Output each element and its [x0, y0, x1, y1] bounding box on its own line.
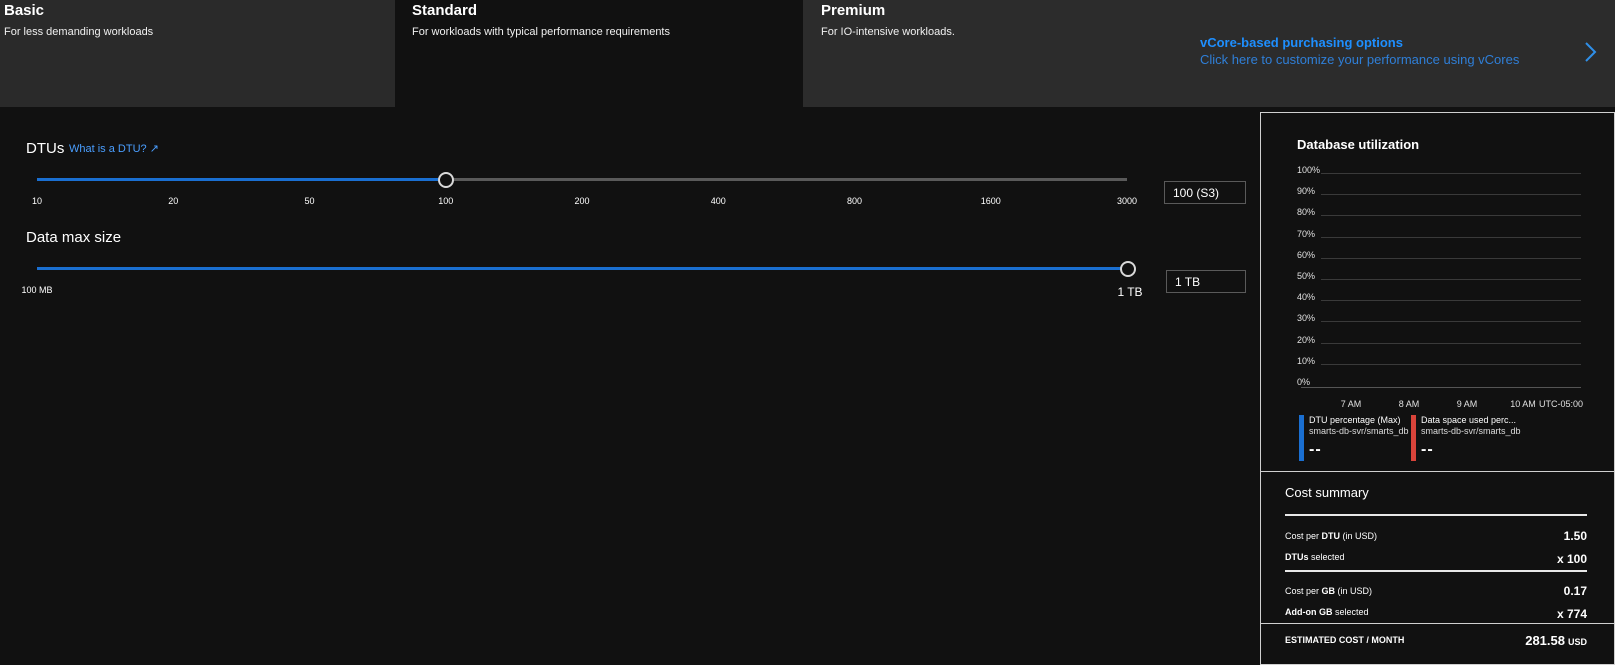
- legend-dtu-value: --: [1309, 441, 1322, 458]
- dtu-slider-thumb[interactable]: [437, 172, 454, 188]
- dtu-slider-fill: [37, 178, 446, 181]
- gridline: [1321, 321, 1581, 323]
- tier-premium[interactable]: Premium For IO-intensive workloads. vCor…: [803, 0, 1615, 107]
- dtu-label: DTUs: [26, 140, 65, 157]
- cost-per-gb-post: (in USD): [1335, 586, 1373, 596]
- cost-per-gb-pre: Cost per: [1285, 586, 1322, 596]
- addon-gb-row: Add-on GB selected x 774: [1285, 607, 1587, 621]
- dtu-tick-200: 200: [574, 196, 590, 206]
- chevron-right-icon[interactable]: [1583, 40, 1599, 64]
- dtus-selected-value: x 100: [1556, 552, 1587, 566]
- data-size-max-label: 1 TB: [1117, 285, 1143, 299]
- dtu-tick-10: 10: [31, 196, 43, 206]
- dtu-tick-1600: 1600: [980, 196, 1001, 206]
- tier-basic-title: Basic: [4, 2, 45, 19]
- gridline: [1321, 236, 1581, 238]
- y-tick-label: 0%: [1297, 377, 1311, 387]
- panel-divider: [1261, 471, 1614, 472]
- vcore-subtitle: Click here to customize your performance…: [1200, 52, 1520, 67]
- estimated-cost-row: ESTIMATED COST / MONTH 281.58 USD: [1285, 633, 1587, 648]
- legend-dtu-resource: smarts-db-svr/smarts_db: [1309, 426, 1409, 436]
- cost-per-dtu-bold: DTU: [1321, 531, 1341, 541]
- cost-per-dtu-value: 1.50: [1563, 529, 1587, 543]
- gridline: [1321, 257, 1581, 259]
- tier-standard-desc: For workloads with typical performance r…: [412, 26, 670, 38]
- dtu-tick-400: 400: [710, 196, 726, 206]
- data-size-value-box[interactable]: 1 TB: [1166, 270, 1246, 293]
- vcore-title: vCore-based purchasing options: [1200, 35, 1403, 50]
- database-utilization-title: Database utilization: [1297, 137, 1420, 152]
- cost-per-gb-bold: GB: [1321, 586, 1336, 596]
- gridline: [1321, 300, 1581, 302]
- dtu-tick-20: 20: [168, 196, 179, 206]
- estimated-cost-label: ESTIMATED COST / MONTH: [1285, 635, 1405, 645]
- legend-data-space-swatch: [1411, 415, 1416, 461]
- addon-gb-bold: Add-on GB: [1285, 607, 1333, 617]
- data-max-size-label: Data max size: [26, 229, 122, 246]
- cost-per-gb-row: Cost per GB (in USD) 0.17: [1285, 584, 1587, 598]
- data-size-slider-fill: [37, 267, 1128, 270]
- gridline: [1321, 173, 1581, 174]
- cost-summary-title: Cost summary: [1285, 485, 1369, 500]
- dtu-tick-800: 800: [846, 196, 863, 206]
- data-size-min-label: 100 MB: [21, 285, 53, 295]
- dtu-tick-3000: 3000: [1116, 196, 1138, 206]
- gridline: [1321, 194, 1581, 196]
- x-tick-label: 9 AM: [1456, 399, 1478, 409]
- addon-gb-value: x 774: [1556, 607, 1587, 621]
- gridline: [1321, 215, 1581, 217]
- legend-data-space[interactable]: Data space used perc... smarts-db-svr/sm…: [1411, 415, 1521, 461]
- tier-basic-desc: For less demanding workloads: [4, 26, 154, 38]
- legend-data-space-resource: smarts-db-svr/smarts_db: [1421, 426, 1521, 436]
- tier-standard-title: Standard: [412, 2, 478, 19]
- tier-premium-title: Premium: [821, 2, 886, 19]
- estimated-cost-value-wrap: 281.58 USD: [1525, 633, 1587, 648]
- utilization-x-axis: [1301, 387, 1581, 388]
- panel-divider-2: [1261, 623, 1614, 624]
- legend-dtu-swatch: [1299, 415, 1304, 461]
- summary-panel: Database utilization 100% 90% 80% 70% 60% 50%…: [1260, 112, 1615, 665]
- x-tick-label: 10 AM: [1510, 399, 1536, 409]
- x-tick-label: 7 AM: [1340, 399, 1362, 409]
- cost-divider-1: [1285, 514, 1587, 516]
- dtu-value-box[interactable]: 100 (S3): [1164, 181, 1246, 204]
- legend-dtu-percentage[interactable]: DTU percentage (Max) smarts-db-svr/smart…: [1299, 415, 1409, 461]
- gridline: [1321, 342, 1581, 344]
- x-tick-label: 8 AM: [1398, 399, 1420, 409]
- gridline: [1321, 363, 1581, 365]
- x-tick-label: UTC-05:00: [1538, 399, 1584, 409]
- dtus-selected-bold: DTUs: [1285, 552, 1309, 562]
- legend-dtu-name: DTU percentage (Max): [1309, 415, 1401, 425]
- sql-database-configure-page: Basic For less demanding workloads Stand…: [0, 0, 1615, 665]
- dtu-tick-50: 50: [304, 196, 315, 206]
- dtu-tick-100: 100: [438, 196, 454, 206]
- legend-data-space-value: --: [1421, 441, 1434, 458]
- what-is-dtu-link[interactable]: What is a DTU? ↗: [69, 142, 159, 155]
- service-tier-selector: Basic For less demanding workloads Stand…: [0, 0, 1615, 107]
- legend-data-space-name: Data space used perc...: [1421, 415, 1517, 425]
- cost-per-dtu-pre: Cost per: [1285, 531, 1322, 541]
- cost-per-gb-value: 0.17: [1563, 584, 1587, 598]
- tier-standard[interactable]: Standard For workloads with typical perf…: [395, 0, 803, 107]
- vcore-purchasing-link[interactable]: vCore-based purchasing options Click her…: [1200, 35, 1519, 67]
- tier-basic[interactable]: Basic For less demanding workloads: [0, 0, 395, 107]
- cost-per-dtu-row: Cost per DTU (in USD) 1.50: [1285, 529, 1587, 543]
- addon-gb-post: selected: [1332, 607, 1369, 617]
- gridline: [1321, 279, 1581, 280]
- cost-per-dtu-post: (in USD): [1340, 531, 1378, 541]
- dtus-selected-row: DTUs selected x 100: [1285, 552, 1587, 566]
- data-size-slider-thumb[interactable]: [1120, 261, 1136, 277]
- estimated-cost-value: 281.58: [1525, 633, 1565, 648]
- cost-divider-2: [1285, 570, 1587, 572]
- estimated-cost-currency: USD: [1567, 637, 1587, 647]
- dtus-selected-post: selected: [1308, 552, 1345, 562]
